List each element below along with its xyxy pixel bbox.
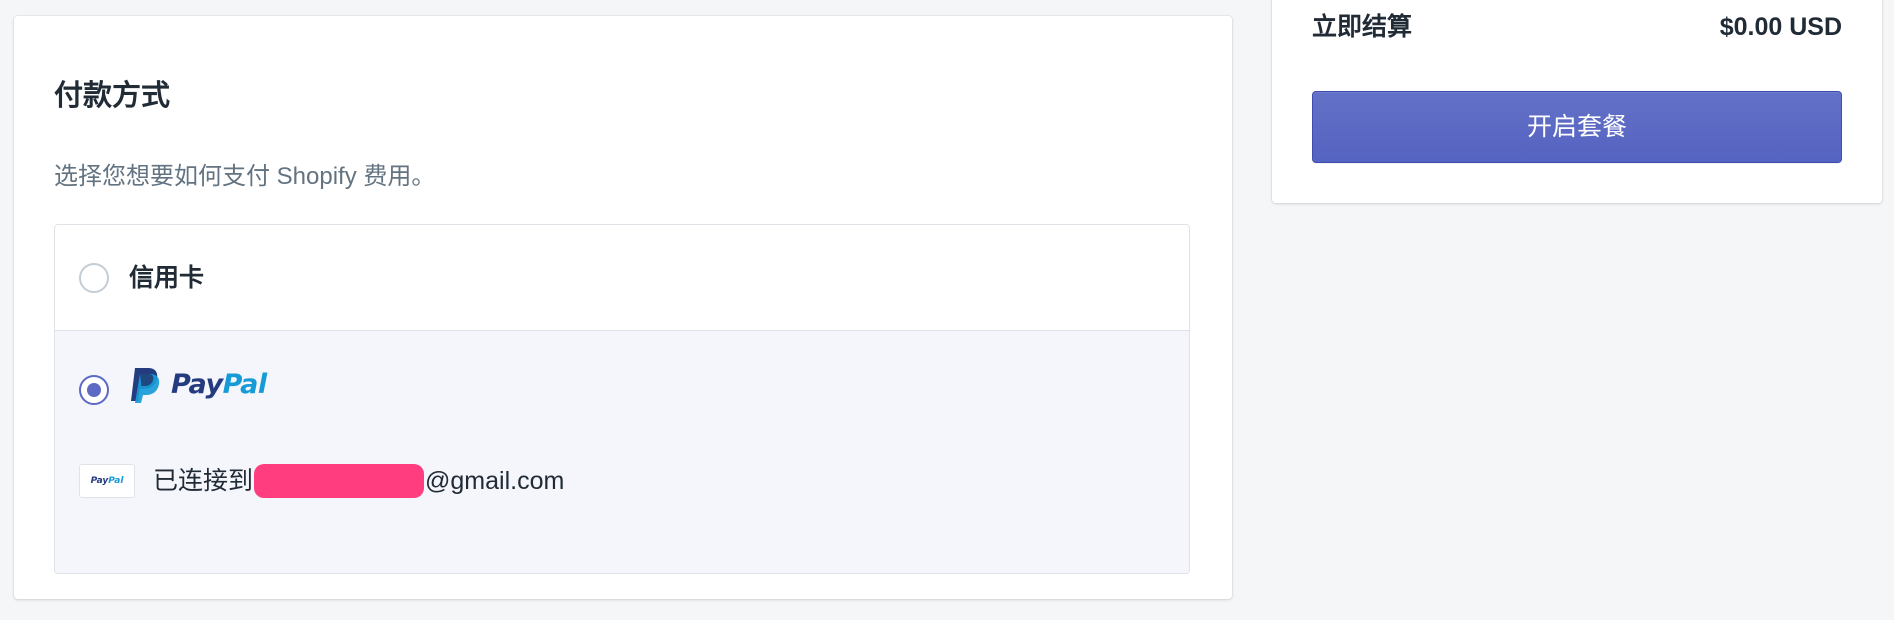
payment-option-paypal[interactable]: PayPal Pay Pal 已连接到 @gmail.com: [55, 331, 1189, 573]
connected-email-domain: @gmail.com: [425, 467, 565, 495]
redacted-email: [254, 464, 425, 498]
payment-method-title: 付款方式: [54, 80, 171, 112]
credit-card-radio[interactable]: [79, 263, 109, 293]
checkout-summary-card: 立即结算 $0.00 USD 开启套餐: [1272, 0, 1882, 203]
payment-method-card: 付款方式 选择您想要如何支付 Shopify 费用。 信用卡 PayPal Pa…: [14, 16, 1232, 599]
paypal-wordmark-pay: Pay: [171, 369, 223, 400]
payment-method-subtitle: 选择您想要如何支付 Shopify 费用。: [54, 163, 436, 190]
start-plan-button[interactable]: 开启套餐: [1312, 91, 1842, 163]
paypal-badge-pay: Pay: [90, 476, 109, 486]
paypal-logo: PayPal: [129, 365, 267, 405]
paypal-wordmark-pal: Pal: [222, 369, 268, 400]
checkout-price: $0.00 USD: [1719, 13, 1842, 41]
connected-prefix-text: 已连接到: [153, 467, 254, 495]
paypal-connected-account: Pay Pal 已连接到 @gmail.com: [79, 461, 564, 501]
checkout-label: 立即结算: [1312, 13, 1413, 41]
paypal-radio[interactable]: [79, 375, 109, 405]
payment-option-credit-card[interactable]: 信用卡: [55, 225, 1189, 331]
paypal-badge-pal: Pal: [108, 476, 124, 486]
paypal-badge-icon: Pay Pal: [79, 464, 135, 498]
credit-card-label: 信用卡: [129, 264, 205, 292]
payment-method-list: 信用卡 PayPal Pay Pal 已连接到 @gmail.com: [54, 224, 1190, 574]
paypal-wordmark: PayPal: [171, 365, 267, 405]
paypal-p-icon: [131, 368, 160, 403]
